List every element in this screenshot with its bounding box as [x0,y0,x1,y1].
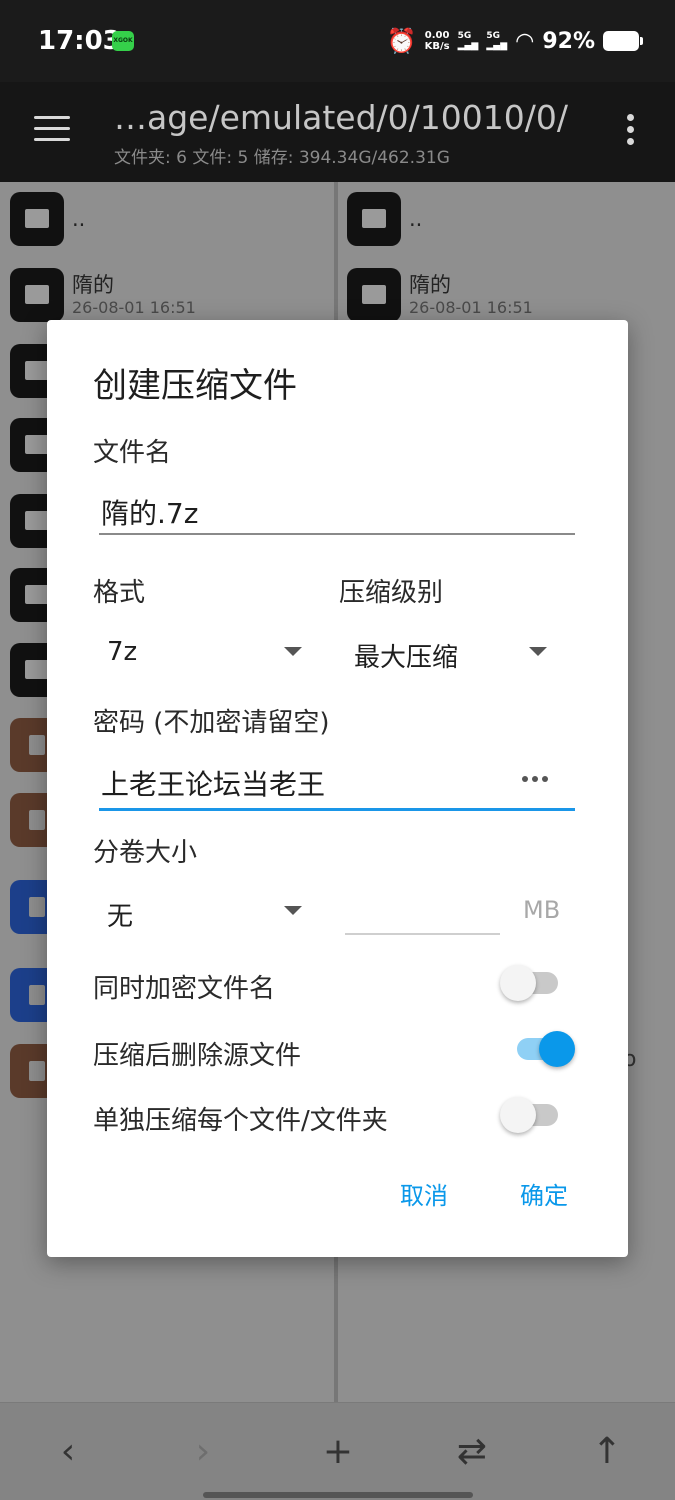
menu-icon[interactable] [34,116,70,142]
item-name: .. [409,207,423,231]
volume-size-select[interactable]: 无 [107,896,133,933]
signal-icon-sim2: 5G ▂▄▆ [486,31,508,51]
cancel-button[interactable]: 取消 [400,1176,448,1211]
item-name: 隋的 [409,273,451,297]
signal-icon-sim1: 5G ▂▄▆ [457,31,479,51]
filename-underline [99,533,575,535]
volume-size-input[interactable] [345,933,500,935]
parent-directory-icon[interactable]: ↑ [587,1430,627,1474]
password-label: 密码 (不加密请留空) [93,708,330,738]
app-badge-icon: XGOK [112,31,134,51]
swap-panes-icon[interactable]: ⇄ [452,1430,492,1474]
current-path[interactable]: …age/emulated/0/10010/0/ [114,98,568,137]
compress-separately-toggle[interactable] [500,1097,562,1133]
folder-icon [347,192,401,246]
encrypt-names-toggle[interactable] [500,965,562,1001]
list-item[interactable]: .. [347,192,422,246]
list-item[interactable]: 隋的 26-08-01 16:51 [347,268,533,322]
password-visibility-icon[interactable] [522,776,548,782]
encrypt-names-label: 同时加密文件名 [93,974,276,1004]
item-name: 隋的 [72,273,114,297]
list-item[interactable]: .. [10,192,85,246]
storage-summary: 文件夹: 6 文件: 5 储存: 394.34G/462.31G [114,148,450,168]
network-speed: 0.00 KB/s [424,30,450,52]
item-name: .. [72,207,86,231]
back-icon[interactable]: ‹ [48,1430,88,1474]
add-icon[interactable]: + [318,1430,358,1474]
folder-icon [10,192,64,246]
battery-percent: 92% [542,28,595,54]
folder-icon [10,268,64,322]
password-underline [99,808,575,811]
item-date: 26-08-01 16:51 [409,298,533,317]
format-label: 格式 [93,578,146,608]
compress-separately-label: 单独压缩每个文件/文件夹 [93,1106,388,1136]
compression-level-label: 压缩级别 [339,578,444,608]
volume-dropdown-icon[interactable] [284,906,302,915]
folder-icon [347,268,401,322]
dialog-title: 创建压缩文件 [93,366,297,406]
confirm-button[interactable]: 确定 [520,1176,568,1211]
volume-unit: MB [523,896,561,924]
status-indicators: ⏰ 0.00 KB/s 5G ▂▄▆ 5G ▂▄▆ ◠ 92% [386,26,643,56]
format-select[interactable]: 7z [107,637,137,667]
create-archive-dialog: 创建压缩文件 文件名 隋的.7z 格式 压缩级别 7z 最大压缩 密码 (不加密… [47,320,628,1257]
filename-input[interactable]: 隋的.7z [101,492,198,532]
battery-icon [603,31,643,51]
password-input[interactable]: 上老王论坛当老王 [101,763,325,803]
forward-icon[interactable]: › [183,1430,223,1474]
delete-source-toggle[interactable] [513,1031,575,1067]
filename-label: 文件名 [93,438,172,468]
home-indicator[interactable] [203,1492,473,1498]
alarm-icon: ⏰ [386,27,417,55]
compression-level-select[interactable]: 最大压缩 [354,637,458,674]
format-dropdown-icon[interactable] [284,647,302,656]
status-time: 17:03 [38,26,121,56]
status-bar: 17:03 XGOK ⏰ 0.00 KB/s 5G ▂▄▆ 5G ▂▄▆ ◠ 92% [0,0,675,82]
delete-source-label: 压缩后删除源文件 [93,1041,302,1071]
wifi-icon: ◠ [515,28,535,54]
more-options-icon[interactable] [624,114,636,148]
volume-size-label: 分卷大小 [93,838,198,868]
level-dropdown-icon[interactable] [529,647,547,656]
list-item[interactable]: 隋的 26-08-01 16:51 [10,268,196,322]
item-date: 26-08-01 16:51 [72,298,196,317]
